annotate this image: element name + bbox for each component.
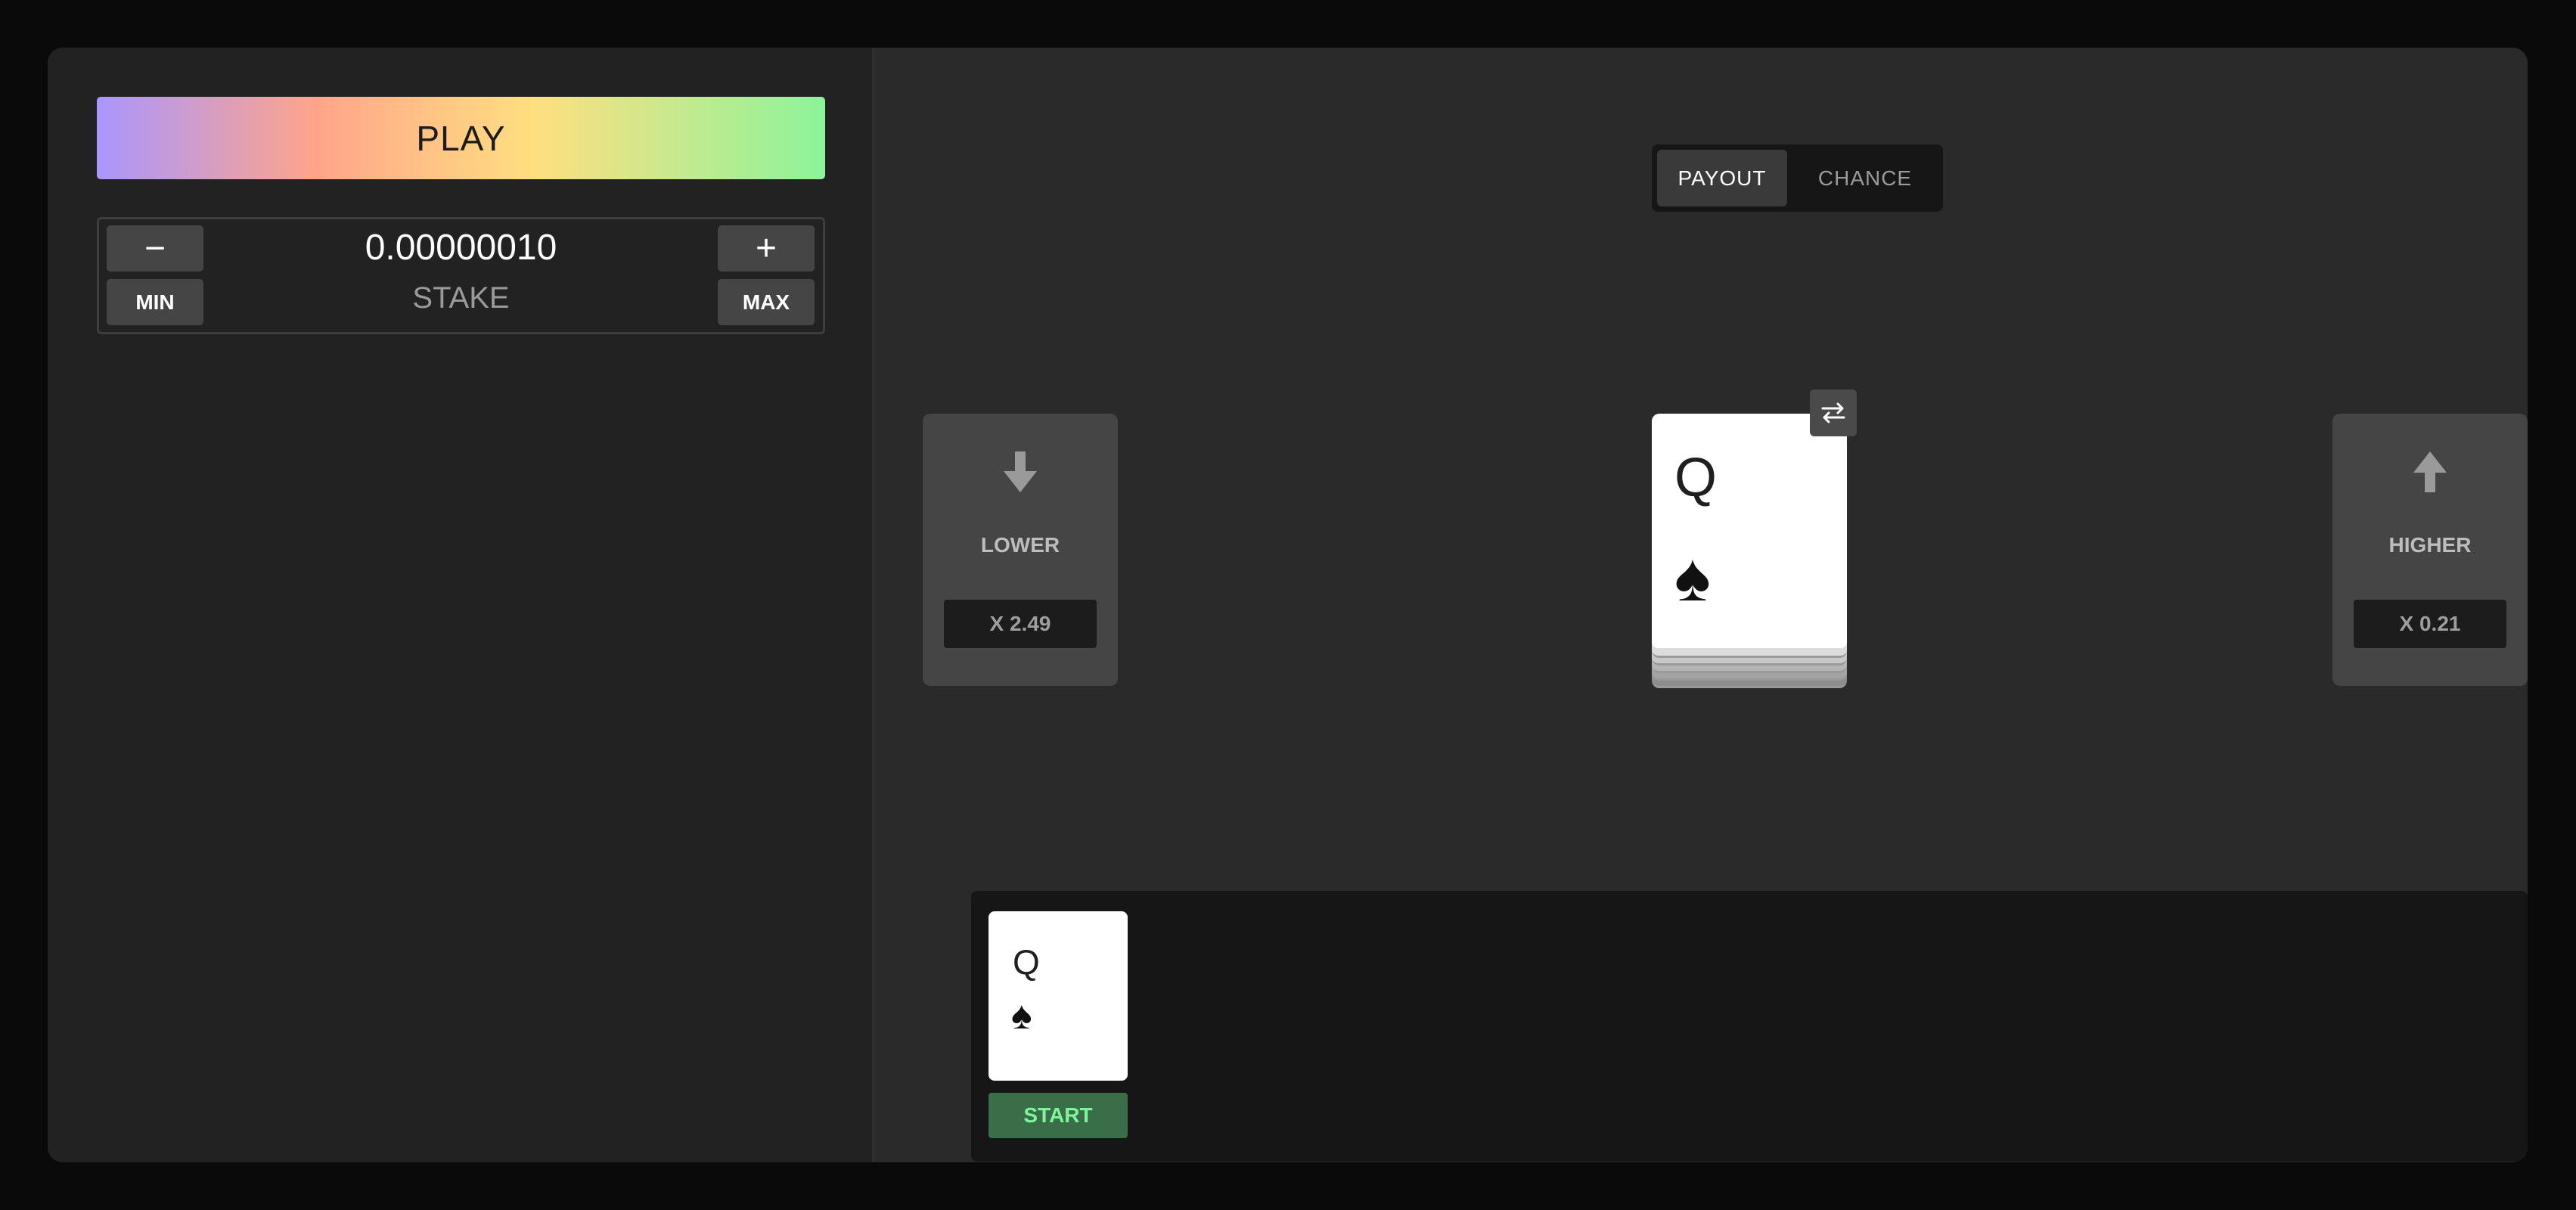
card-history: Q ♠ START <box>971 891 2528 1162</box>
spade-icon: ♠ <box>1011 994 1032 1038</box>
stake-value[interactable]: 0.00000010 <box>99 227 823 268</box>
lower-label: LOWER <box>980 533 1060 557</box>
spade-icon: ♠ <box>1674 540 1711 616</box>
controls-panel: PLAY − MIN 0.00000010 STAKE + MAX <box>48 48 874 1162</box>
card-deck: Q ♠ <box>1652 414 1847 690</box>
stake-label: STAKE <box>412 281 510 315</box>
arrow-up-icon <box>2332 451 2528 492</box>
stake-control: − MIN 0.00000010 STAKE + MAX <box>97 217 825 334</box>
swap-card-button[interactable] <box>1810 389 1857 436</box>
higher-bet-button[interactable]: HIGHER X 0.21 <box>2332 414 2528 686</box>
lower-bet-button[interactable]: LOWER X 2.49 <box>923 414 1118 686</box>
increase-stake-button[interactable]: + <box>718 225 815 271</box>
higher-label: HIGHER <box>2388 533 2472 557</box>
payout-chance-toggle: PAYOUT CHANCE <box>1652 144 1943 212</box>
arrow-down-icon <box>923 451 1118 492</box>
history-card-rank: Q <box>1013 942 1040 982</box>
swap-icon <box>1821 402 1845 424</box>
higher-multiplier: X 0.21 <box>2354 600 2506 648</box>
play-button[interactable]: PLAY <box>97 97 825 179</box>
card-rank: Q <box>1674 448 1718 508</box>
history-card: Q ♠ <box>989 911 1128 1081</box>
start-badge: START <box>989 1093 1128 1138</box>
lower-multiplier: X 2.49 <box>944 600 1097 648</box>
current-card: Q ♠ <box>1652 414 1847 648</box>
game-window: PLAY − MIN 0.00000010 STAKE + MAX PAYOUT… <box>48 48 2528 1162</box>
max-stake-button[interactable]: MAX <box>718 279 815 325</box>
tab-payout[interactable]: PAYOUT <box>1657 150 1787 206</box>
tab-chance[interactable]: CHANCE <box>1793 150 1937 206</box>
